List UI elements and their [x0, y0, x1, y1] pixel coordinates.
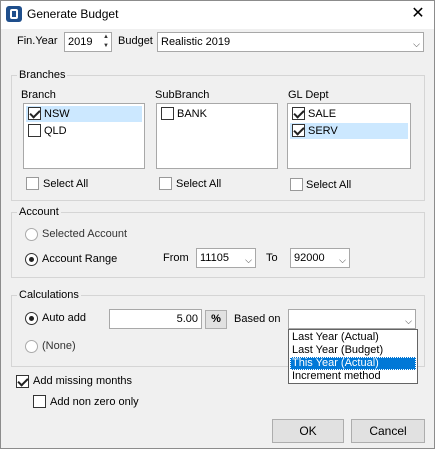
account-group-title: Account: [17, 206, 61, 218]
add-missing-months-label: Add missing months: [33, 375, 133, 387]
add-non-zero-only-label: Add non zero only: [50, 396, 139, 408]
branch-nsw-label: NSW: [44, 108, 70, 120]
based-on-label: Based on: [234, 313, 281, 325]
branch-nsw-checkbox[interactable]: [28, 107, 41, 120]
selected-account-label: Selected Account: [42, 228, 128, 240]
none-label: (None): [42, 340, 76, 352]
none-radio[interactable]: [25, 340, 38, 353]
generate-budget-dialog: Generate Budget ✕ Fin.Year 2019 ▲ ▼ Budg…: [0, 0, 435, 449]
branch-header: Branch: [21, 89, 56, 101]
spin-down-icon[interactable]: ▼: [103, 42, 109, 50]
close-icon[interactable]: ✕: [407, 3, 429, 25]
based-on-option-last-year-budget[interactable]: Last Year (Budget): [290, 344, 416, 357]
gldept-list[interactable]: SALE SERV: [287, 103, 411, 169]
ok-button[interactable]: OK: [272, 419, 344, 443]
branch-qld-checkbox[interactable]: [28, 124, 41, 137]
based-on-dropdown-list[interactable]: Last Year (Actual) Last Year (Budget) Th…: [288, 329, 418, 384]
calculations-group-title: Calculations: [17, 289, 81, 301]
account-range-label: Account Range: [42, 253, 118, 265]
gldept-header: GL Dept: [288, 89, 329, 101]
add-missing-months-checkbox[interactable]: [16, 375, 29, 388]
branch-select-all-checkbox[interactable]: [26, 177, 39, 190]
app-icon: [6, 6, 22, 22]
subbranch-header: SubBranch: [155, 89, 210, 101]
auto-add-input[interactable]: 5.00: [109, 309, 202, 329]
cancel-button[interactable]: Cancel: [351, 419, 425, 443]
auto-add-radio[interactable]: [25, 312, 38, 325]
branch-qld-label: QLD: [44, 125, 67, 137]
gldept-sale-label: SALE: [308, 108, 337, 120]
chevron-down-icon[interactable]: ⌵: [339, 253, 346, 267]
branch-item-qld[interactable]: QLD: [26, 123, 142, 139]
gldept-serv-checkbox[interactable]: [292, 124, 305, 137]
gldept-sale-checkbox[interactable]: [292, 107, 305, 120]
chevron-down-icon[interactable]: ⌵: [413, 37, 420, 51]
percent-button[interactable]: %: [205, 310, 227, 329]
based-on-option-this-year-actual[interactable]: This Year (Actual): [290, 357, 416, 370]
from-account-combobox[interactable]: 11105 ⌵: [196, 248, 256, 268]
to-account-combobox[interactable]: 92000 ⌵: [290, 248, 350, 268]
title-bar: Generate Budget ✕: [1, 1, 434, 29]
subbranch-bank-label: BANK: [177, 108, 207, 120]
account-range-radio[interactable]: [25, 253, 38, 266]
gldept-item-serv[interactable]: SERV: [290, 123, 408, 139]
subbranch-bank-checkbox[interactable]: [161, 107, 174, 120]
fin-year-value: 2019: [68, 36, 93, 48]
budget-label: Budget: [118, 35, 153, 47]
budget-value: Realistic 2019: [161, 36, 231, 48]
based-on-option-increment-method[interactable]: Increment method: [290, 370, 416, 383]
from-account-value: 11105: [200, 252, 229, 264]
based-on-option-last-year-actual[interactable]: Last Year (Actual): [290, 331, 416, 344]
auto-add-label: Auto add: [42, 312, 87, 324]
to-account-value: 92000: [294, 252, 325, 264]
gldept-select-all-checkbox[interactable]: [290, 178, 303, 191]
subbranch-list[interactable]: BANK: [156, 103, 278, 169]
auto-add-value: 5.00: [176, 313, 198, 325]
chevron-down-icon[interactable]: ⌵: [245, 253, 252, 267]
add-non-zero-only-checkbox[interactable]: [33, 395, 46, 408]
subbranch-select-all-checkbox[interactable]: [159, 177, 172, 190]
gldept-item-sale[interactable]: SALE: [290, 106, 408, 122]
selected-account-radio[interactable]: [25, 228, 38, 241]
spin-up-icon[interactable]: ▲: [103, 33, 109, 41]
window-title: Generate Budget: [27, 7, 119, 21]
based-on-combobox[interactable]: ⌵: [288, 309, 416, 329]
from-label: From: [163, 252, 189, 264]
subbranch-item-bank[interactable]: BANK: [159, 106, 275, 122]
subbranch-select-all-label: Select All: [176, 178, 222, 190]
fin-year-spinner[interactable]: 2019 ▲ ▼: [64, 32, 112, 52]
fin-year-label: Fin.Year: [17, 35, 58, 47]
account-group: [11, 212, 425, 278]
chevron-down-icon[interactable]: ⌵: [405, 314, 412, 328]
to-label: To: [266, 252, 278, 264]
gldept-select-all-label: Select All: [306, 179, 352, 191]
branch-item-nsw[interactable]: NSW: [26, 106, 142, 122]
branch-list[interactable]: NSW QLD: [23, 103, 145, 169]
branches-group-title: Branches: [17, 69, 68, 81]
branch-select-all-label: Select All: [43, 178, 89, 190]
budget-combobox[interactable]: Realistic 2019 ⌵: [157, 32, 424, 52]
gldept-serv-label: SERV: [308, 125, 338, 137]
